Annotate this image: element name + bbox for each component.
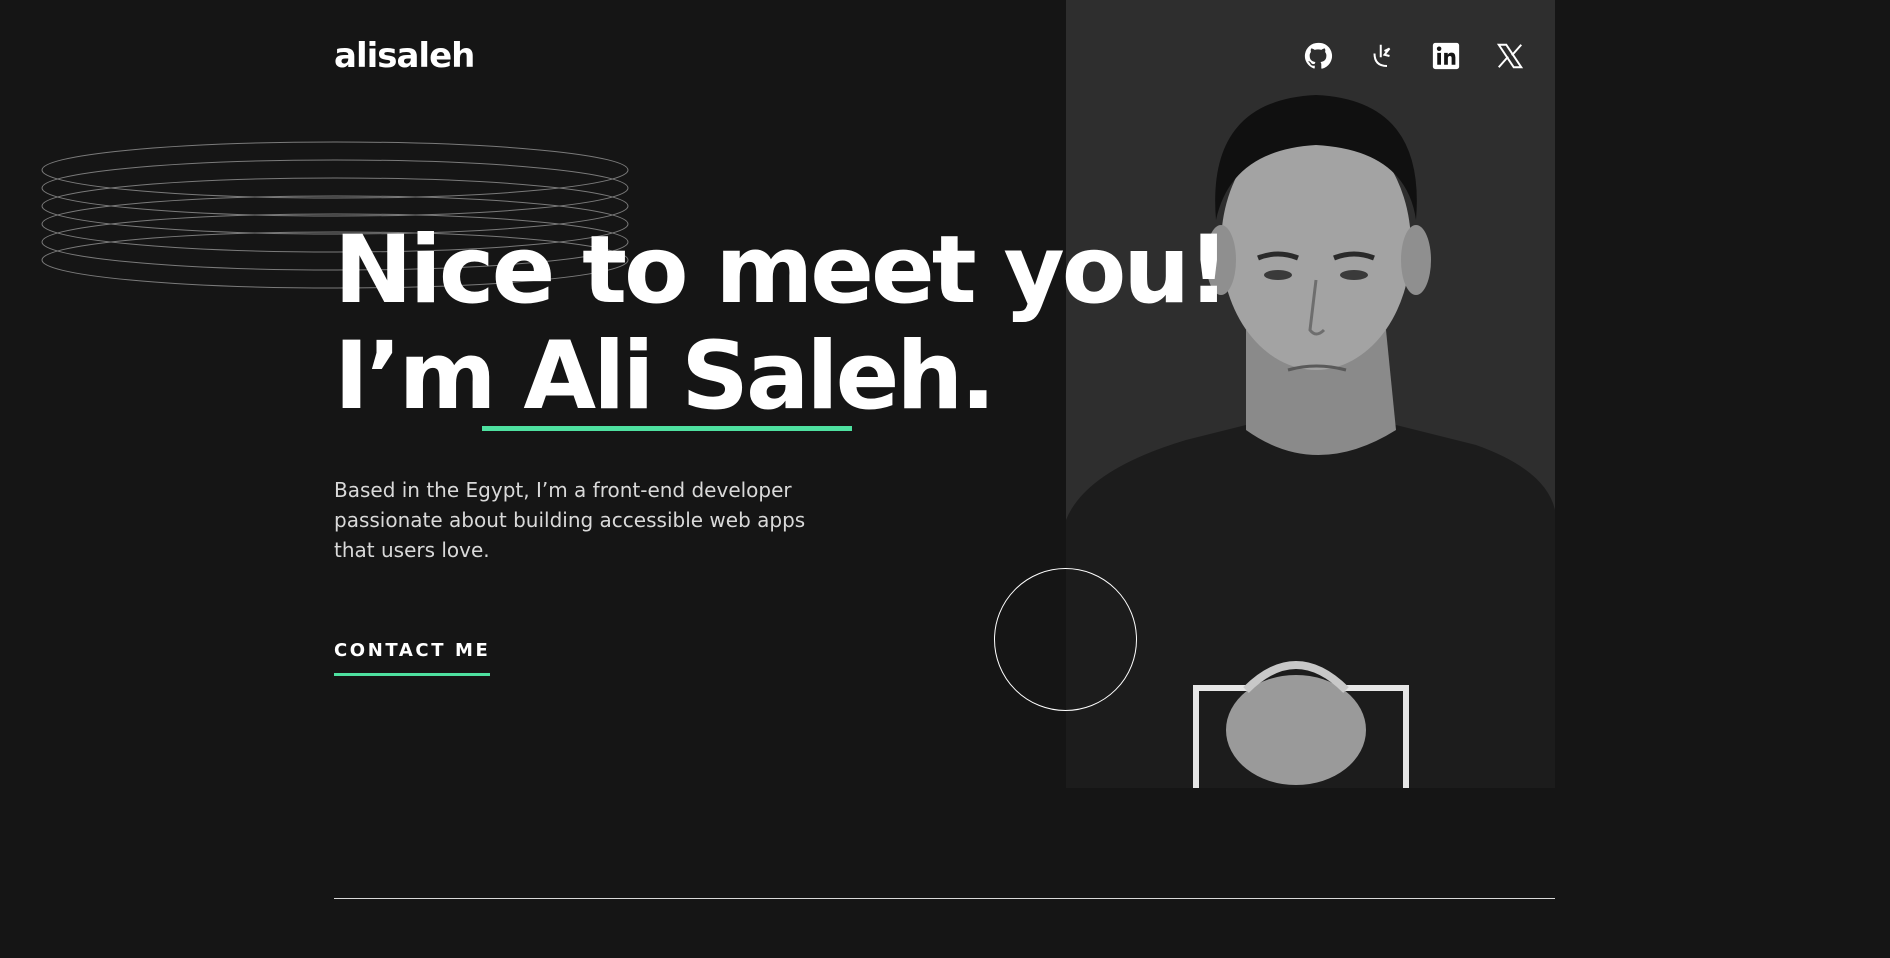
name-underline <box>482 426 852 431</box>
hero-name: Ali Saleh <box>523 322 963 431</box>
hero-title-suffix: . <box>960 322 996 431</box>
github-icon <box>1304 42 1333 69</box>
linkedin-icon <box>1432 42 1460 70</box>
leetcode-link[interactable] <box>1364 38 1400 74</box>
leetcode-icon <box>1373 44 1391 67</box>
hero-title-line-1: Nice to meet you! <box>334 216 1230 325</box>
hero-title-prefix: I’m <box>334 322 524 431</box>
github-link[interactable] <box>1300 38 1336 74</box>
page: alisaleh Nice to meet you! I’m Ali Saleh… <box>0 0 1890 958</box>
decorative-circle <box>994 568 1137 711</box>
x-icon <box>1496 43 1524 69</box>
hero-title-line-2: I’m Ali Saleh. <box>334 324 1227 430</box>
x-link[interactable] <box>1492 38 1528 74</box>
intro-text: Based in the Egypt, I’m a front-end deve… <box>334 478 806 562</box>
linkedin-link[interactable] <box>1428 38 1464 74</box>
contact-me-button[interactable]: CONTACT ME <box>334 640 491 676</box>
logo[interactable]: alisaleh <box>334 36 475 76</box>
social-links <box>1300 38 1528 74</box>
hero-title: Nice to meet you! I’m Ali Saleh. <box>334 216 1230 430</box>
section-divider <box>334 898 1555 899</box>
